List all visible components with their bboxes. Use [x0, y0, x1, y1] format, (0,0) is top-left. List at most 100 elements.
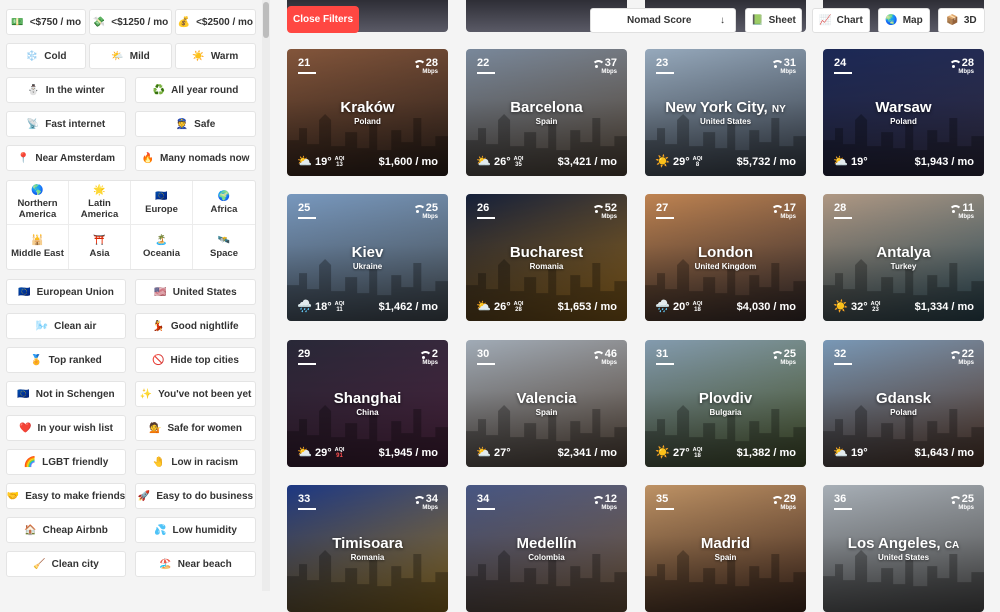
filter-safe-for-women[interactable]: 💁 Safe for women: [135, 415, 256, 441]
city-card[interactable]: 22 37 Mbps Barcelona Spain ⛅ 26° AQI 35 $3,421 /…: [466, 49, 627, 176]
filter-hide-top-cities[interactable]: 🚫 Hide top cities: [135, 347, 256, 373]
city-card[interactable]: 26 52 Mbps Bucharest Romania ⛅ 26° AQI 28 $1,653…: [466, 194, 627, 321]
location-pin-icon: 📍: [16, 152, 30, 164]
card-footer: ⛅ 26° AQI 28 $1,653 / mo: [476, 299, 617, 313]
city-card[interactable]: 23 31 Mbps New York City, NY United States ☀️…: [645, 49, 806, 176]
sidebar-scrollbar[interactable]: [262, 0, 270, 591]
filter-price-750[interactable]: 💵 <$750 / mo: [6, 9, 87, 35]
city-card[interactable]: 33 34 Mbps Timisoara Romania: [287, 485, 448, 612]
rank-number: 34: [477, 493, 496, 510]
wifi-icon: [770, 59, 784, 68]
filter-northern-america[interactable]: 🌎 Northern America: [7, 181, 69, 225]
filter-easy-make-friends[interactable]: 🤝 Easy to make friends: [6, 483, 126, 509]
cost-per-month: $1,600 / mo: [378, 156, 438, 168]
filter-africa[interactable]: 🌍 Africa: [193, 181, 255, 225]
filter-united-states[interactable]: 🇺🇸 United States: [135, 279, 256, 305]
city-card[interactable]: 34 12 Mbps Medellín Colombia: [466, 485, 627, 612]
filter-asia[interactable]: ⛩️ Asia: [69, 225, 131, 269]
filter-top-ranked[interactable]: 🏅 Top ranked: [6, 347, 126, 373]
city-name: Barcelona: [510, 99, 583, 116]
eu-flag-icon: 🇪🇺: [155, 190, 168, 202]
close-filters-button[interactable]: Close Filters: [287, 6, 359, 33]
snowflake-icon: ❄️: [25, 50, 39, 62]
internet-speed: 28 Mbps: [412, 57, 438, 75]
eu-flag-icon: 🇪🇺: [17, 388, 30, 400]
globe-icon: 🌏: [885, 15, 898, 26]
scrollbar-thumb[interactable]: [263, 2, 269, 38]
city-card[interactable]: 36 25 Mbps Los Angeles, CA United States: [823, 485, 984, 612]
city-name: Valencia: [516, 390, 577, 407]
map-view-button[interactable]: 🌏 Map: [878, 8, 930, 33]
air-quality-index: AQI 35: [513, 156, 524, 168]
rank-number: 23: [656, 57, 675, 74]
city-card[interactable]: 21 28 Mbps Kraków Poland ⛅ 19° AQI 13 $1,600 / m…: [287, 49, 448, 176]
city-card[interactable]: 31 25 Mbps Plovdiv Bulgaria ☀️ 27° AQI 18 $1,382…: [645, 340, 806, 467]
rank-number: 35: [656, 493, 675, 510]
3d-view-button[interactable]: 📦 3D: [938, 8, 985, 33]
filter-not-been-yet[interactable]: ✨ You've not been yet: [135, 381, 256, 407]
country-name: United States: [877, 553, 930, 562]
wifi-icon: [770, 350, 784, 359]
internet-speed: 52 Mbps: [591, 202, 617, 220]
filter-near-beach[interactable]: 🏖️ Near beach: [135, 551, 256, 577]
filter-cheap-airbnb[interactable]: 🏠 Cheap Airbnb: [6, 517, 126, 543]
filter-latin-america[interactable]: 🌟 Latin America: [69, 181, 131, 225]
filter-middle-east[interactable]: 🕌 Middle East: [7, 225, 69, 269]
filter-european-union[interactable]: 🇪🇺 European Union: [6, 279, 126, 305]
rank-number: 36: [834, 493, 853, 510]
country-name: Turkey: [890, 262, 917, 271]
filter-fast-internet[interactable]: 📡 Fast internet: [6, 111, 126, 137]
filter-in-wish-list[interactable]: ❤️ In your wish list: [6, 415, 126, 441]
city-card[interactable]: 27 17 Mbps London United Kingdom 🌧️ 20° AQI 18 $…: [645, 194, 806, 321]
region-filter-grid: 🌎 Northern America 🌟 Latin America 🇪🇺 Europ…: [6, 180, 256, 270]
filter-safe[interactable]: 👮 Safe: [135, 111, 256, 137]
filter-price-1250[interactable]: 💸 <$1250 / mo: [89, 9, 172, 35]
filter-in-the-winter[interactable]: ⛄ In the winter: [6, 77, 126, 103]
filter-not-in-schengen[interactable]: 🇪🇺 Not in Schengen: [6, 381, 126, 407]
filter-clean-city[interactable]: 🧹 Clean city: [6, 551, 126, 577]
filter-price-2500[interactable]: 💰 <$2500 / mo: [174, 9, 256, 35]
box-icon: 📦: [946, 15, 959, 26]
globe-africa-icon: 🌍: [217, 190, 231, 202]
wifi-icon: [770, 204, 784, 213]
filter-oceania[interactable]: 🏝️ Oceania: [131, 225, 193, 269]
filter-europe[interactable]: 🇪🇺 Europe: [131, 181, 193, 225]
city-card[interactable]: 35 29 Mbps Madrid Spain: [645, 485, 806, 612]
star-icon: 🌟: [93, 185, 106, 196]
city-card[interactable]: 24 28 Mbps Warsaw Poland ⛅ 19° $1,943 / mo: [823, 49, 984, 176]
filter-many-nomads-now[interactable]: 🔥 Many nomads now: [135, 145, 256, 171]
filter-all-year-round[interactable]: ♻️ All year round: [135, 77, 256, 103]
city-card[interactable]: 32 22 Mbps Gdansk Poland ⛅ 19° $1,643 / mo: [823, 340, 984, 467]
filter-low-humidity[interactable]: 💦 Low humidity: [135, 517, 256, 543]
filter-low-in-racism[interactable]: 🤚 Low in racism: [135, 449, 256, 475]
city-card[interactable]: 28 11 Mbps Antalya Turkey ☀️ 32° AQI 23 $1,334 /…: [823, 194, 984, 321]
filter-near-amsterdam[interactable]: 📍 Near Amsterdam: [6, 145, 126, 171]
filter-cold[interactable]: ❄️ Cold: [6, 43, 87, 69]
cost-per-month: $1,653 / mo: [557, 301, 617, 313]
city-card[interactable]: 30 46 Mbps Valencia Spain ⛅ 27° $2,341 / mo: [466, 340, 627, 467]
weather-icon: 🌧️: [655, 299, 670, 313]
chart-view-button[interactable]: 📈 Chart: [812, 8, 870, 33]
filter-lgbt-friendly[interactable]: 🌈 LGBT friendly: [6, 449, 126, 475]
filter-easy-do-business[interactable]: 🚀 Easy to do business: [135, 483, 256, 509]
temperature: 29°: [672, 156, 690, 168]
rank-number: 24: [834, 57, 853, 74]
weather-icon: ⛅: [833, 154, 848, 168]
sheet-view-button[interactable]: 📗 Sheet: [745, 8, 802, 33]
sort-select[interactable]: Nomad Score ↓: [590, 8, 736, 33]
city-card[interactable]: 25 25 Mbps Kiev Ukraine 🌧️ 18° AQI 11 $1,462 / m…: [287, 194, 448, 321]
filter-row-climate: ❄️ Cold 🌤️ Mild ☀️ Warm: [6, 43, 256, 69]
filter-mild[interactable]: 🌤️ Mild: [89, 43, 172, 69]
country-name: Spain: [535, 408, 558, 417]
filter-space[interactable]: 🛰️ Space: [193, 225, 255, 269]
country-name: Romania: [529, 262, 564, 271]
filter-good-nightlife[interactable]: 💃 Good nightlife: [135, 313, 256, 339]
filter-row-season: ⛄ In the winter ♻️ All year round: [6, 77, 256, 103]
weather-icon: 🌧️: [297, 299, 312, 313]
filter-clean-air[interactable]: 🌬️ Clean air: [6, 313, 126, 339]
filter-sidebar: 💵 <$750 / mo 💸 <$1250 / mo 💰 <$2500 / mo ❄️…: [0, 0, 262, 591]
city-card[interactable]: 29 2 Mbps Shanghai China ⛅ 29° AQI 91 $1,945 / m…: [287, 340, 448, 467]
mosque-icon: 🕌: [31, 235, 44, 246]
internet-speed: 37 Mbps: [591, 57, 617, 75]
filter-warm[interactable]: ☀️ Warm: [174, 43, 256, 69]
